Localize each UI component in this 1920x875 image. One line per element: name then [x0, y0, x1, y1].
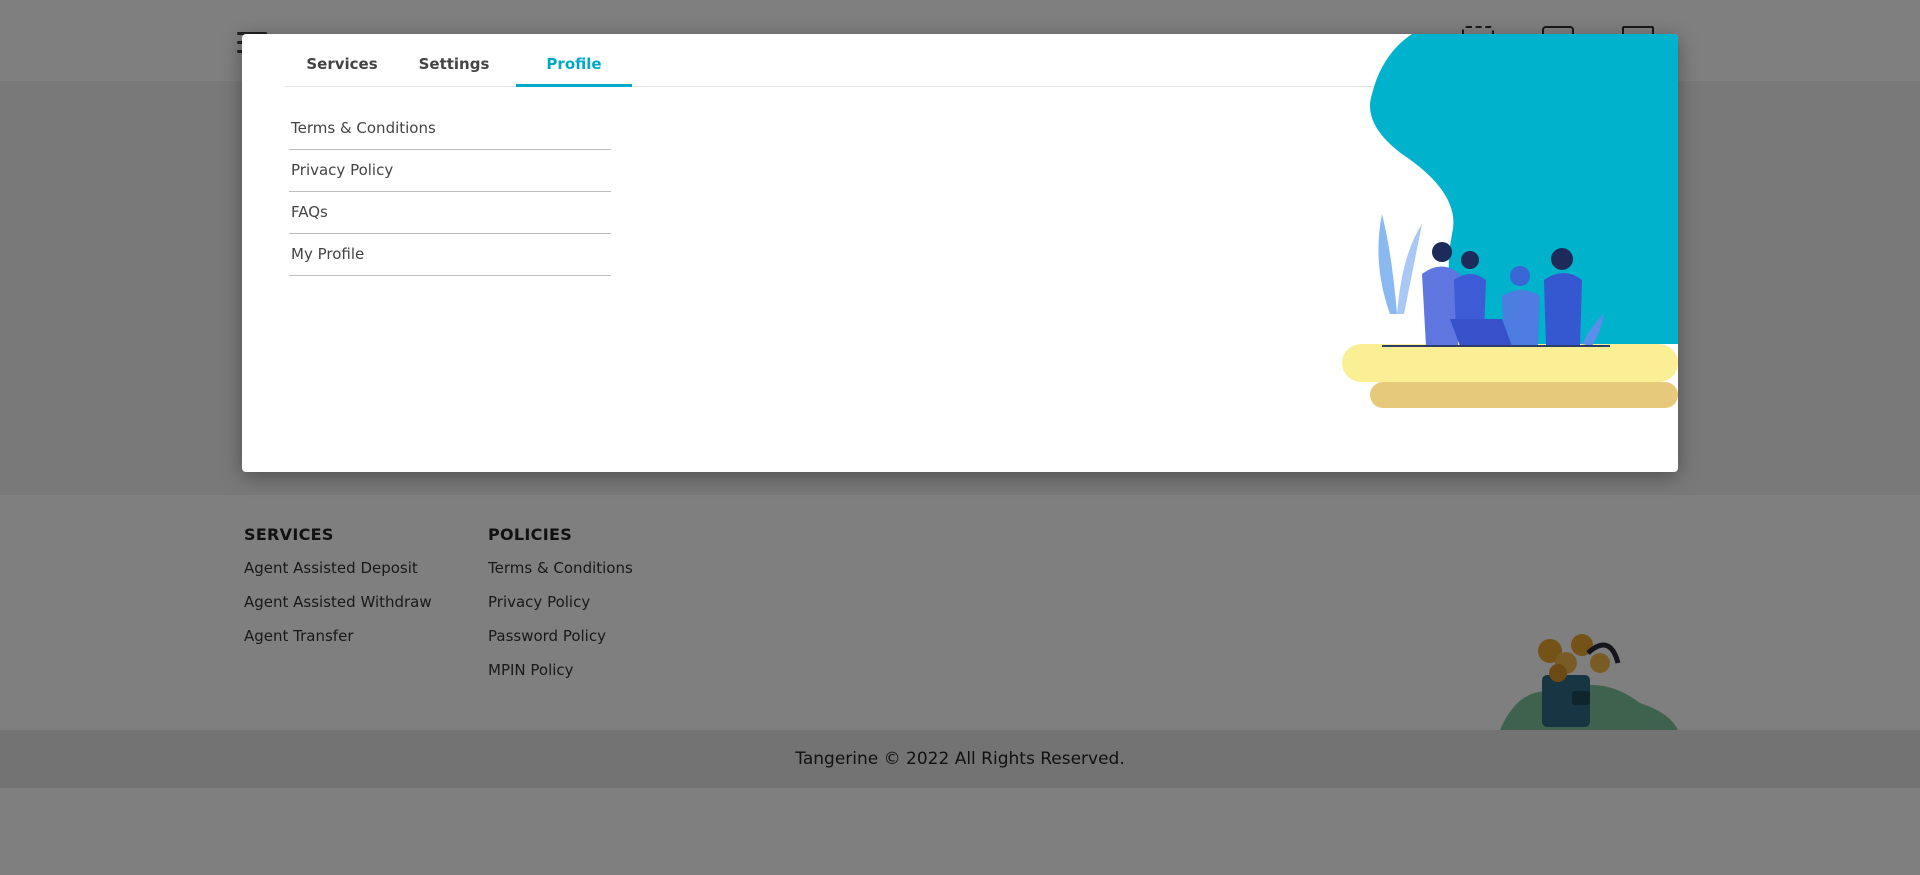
menu-item-my-profile[interactable]: My Profile	[289, 234, 611, 276]
menu-item-privacy-policy[interactable]: Privacy Policy	[289, 150, 611, 192]
profile-menu-list: Terms & Conditions Privacy Policy FAQs M…	[289, 108, 611, 276]
team-working-illustration	[1342, 34, 1678, 408]
modal-tabs: Services Settings Profile	[285, 34, 1385, 87]
menu-item-faqs[interactable]: FAQs	[289, 192, 611, 234]
menu-modal: Services Settings Profile Terms & Condit…	[242, 34, 1678, 472]
tab-profile[interactable]: Profile	[516, 34, 632, 87]
tab-services[interactable]: Services	[285, 34, 399, 87]
tab-settings[interactable]: Settings	[399, 34, 509, 87]
menu-item-terms-conditions[interactable]: Terms & Conditions	[289, 108, 611, 150]
